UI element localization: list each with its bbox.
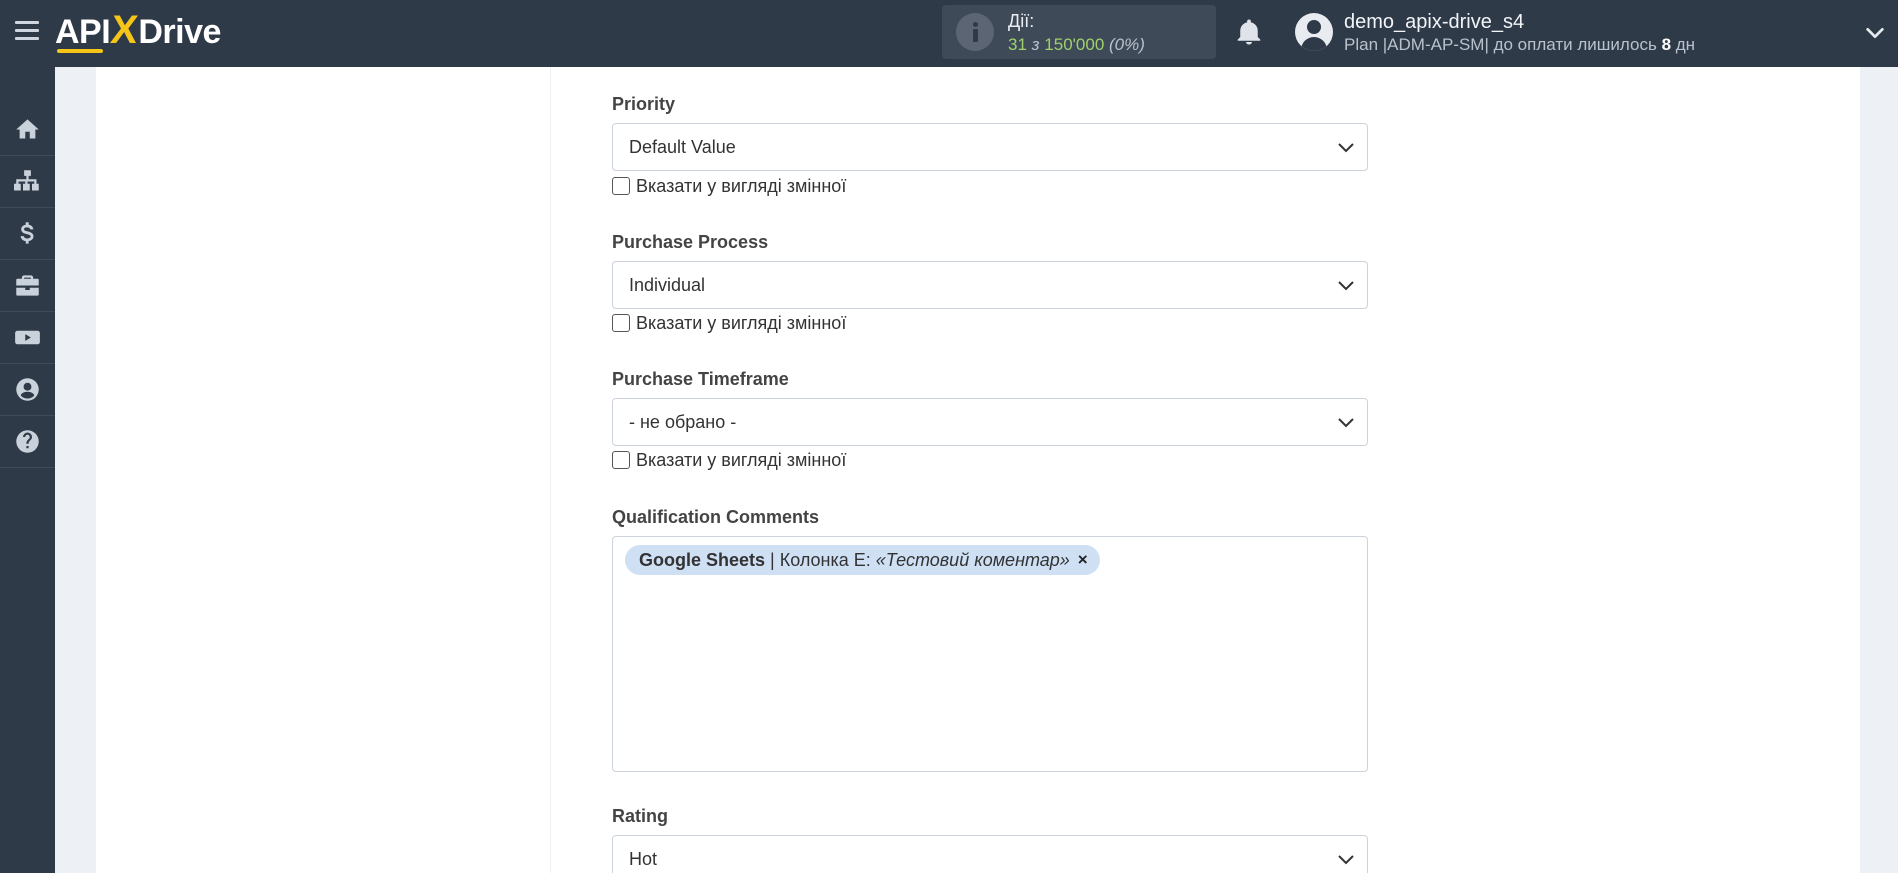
checkbox[interactable] xyxy=(612,177,630,195)
checkbox-label: Вказати у вигляді змінної xyxy=(636,449,847,470)
logo-text-x: X xyxy=(108,8,140,52)
home-icon xyxy=(16,119,39,139)
tag-example: «Тестовий коментар» xyxy=(875,549,1070,570)
sidebar-item-video[interactable] xyxy=(0,312,55,364)
youtube-icon xyxy=(15,330,40,345)
priority-select[interactable]: Default Value xyxy=(612,123,1368,171)
rating-select[interactable]: Hot xyxy=(612,835,1368,873)
dollar-icon xyxy=(20,222,34,244)
user-circle-icon xyxy=(16,378,39,401)
logo-underline xyxy=(57,49,103,53)
actions-count: 31 з 150'000 (0%) xyxy=(1008,35,1145,54)
avatar-icon[interactable] xyxy=(1295,13,1333,51)
sidebar-item-account[interactable] xyxy=(0,364,55,416)
qualification-comments-label: Qualification Comments xyxy=(612,507,820,527)
chevron-down-icon xyxy=(1338,281,1354,291)
briefcase-icon xyxy=(16,275,39,296)
sidebar-item-tools[interactable] xyxy=(0,260,55,312)
chevron-down-icon xyxy=(1338,855,1354,865)
checkbox[interactable] xyxy=(612,314,630,332)
tag-source: Google Sheets xyxy=(639,549,766,570)
priority-variable-checkbox[interactable]: Вказати у вигляді змінної xyxy=(612,175,846,197)
left-panel xyxy=(96,67,550,873)
purchase-process-variable-checkbox[interactable]: Вказати у вигляді змінної xyxy=(612,312,846,334)
logo-text-drive: Drive xyxy=(138,13,221,51)
qualification-comments-field[interactable]: Google Sheets | Колонка E: «Тестовий ком… xyxy=(612,536,1368,772)
purchase-process-label: Purchase Process xyxy=(612,232,769,252)
purchase-process-value: Individual xyxy=(629,275,706,295)
priority-label: Priority xyxy=(612,94,676,114)
bell-icon[interactable] xyxy=(1234,17,1264,47)
top-bar: APIXDrive Дії: 31 з 150'000 (0%) demo_ap… xyxy=(0,0,1898,67)
tag-separator: | xyxy=(770,549,775,570)
sidebar-item-help[interactable] xyxy=(0,416,55,468)
user-name[interactable]: demo_apix-drive_s4 xyxy=(1344,11,1524,34)
purchase-timeframe-variable-checkbox[interactable]: Вказати у вигляді змінної xyxy=(612,449,846,471)
purchase-timeframe-label: Purchase Timeframe xyxy=(612,369,789,389)
sidebar-item-home[interactable] xyxy=(0,104,55,156)
sidebar-item-billing[interactable] xyxy=(0,208,55,260)
remove-tag-icon[interactable]: × xyxy=(1078,550,1088,570)
logo-text-api: API xyxy=(55,13,111,51)
chevron-down-icon xyxy=(1338,418,1354,428)
tag-column: Колонка E: xyxy=(779,549,871,570)
actions-counter[interactable]: Дії: 31 з 150'000 (0%) xyxy=(942,5,1216,59)
purchase-timeframe-value: - не обрано - xyxy=(629,412,737,432)
checkbox[interactable] xyxy=(612,451,630,469)
rating-label: Rating xyxy=(612,806,668,826)
sidebar-item-connections[interactable] xyxy=(0,156,55,208)
chevron-down-icon xyxy=(1338,143,1354,153)
priority-value: Default Value xyxy=(629,137,736,157)
variable-tag[interactable]: Google Sheets | Колонка E: «Тестовий ком… xyxy=(625,545,1100,575)
chevron-down-icon[interactable] xyxy=(1864,22,1886,44)
checkbox-label: Вказати у вигляді змінної xyxy=(636,312,847,333)
menu-burger-icon[interactable] xyxy=(15,21,39,43)
apix-drive-logo[interactable]: APIXDrive xyxy=(55,8,221,53)
sitemap-icon xyxy=(14,170,39,191)
question-icon xyxy=(16,430,39,453)
purchase-timeframe-select[interactable]: - не обрано - xyxy=(612,398,1368,446)
checkbox-label: Вказати у вигляді змінної xyxy=(636,175,847,196)
actions-label: Дії: xyxy=(1008,11,1035,31)
user-plan: Plan |ADM-AP-SM| до оплати лишилось 8 дн xyxy=(1344,35,1696,54)
rating-value: Hot xyxy=(629,849,658,869)
info-icon xyxy=(956,13,994,51)
purchase-process-select[interactable]: Individual xyxy=(612,261,1368,309)
sidebar xyxy=(0,67,55,873)
